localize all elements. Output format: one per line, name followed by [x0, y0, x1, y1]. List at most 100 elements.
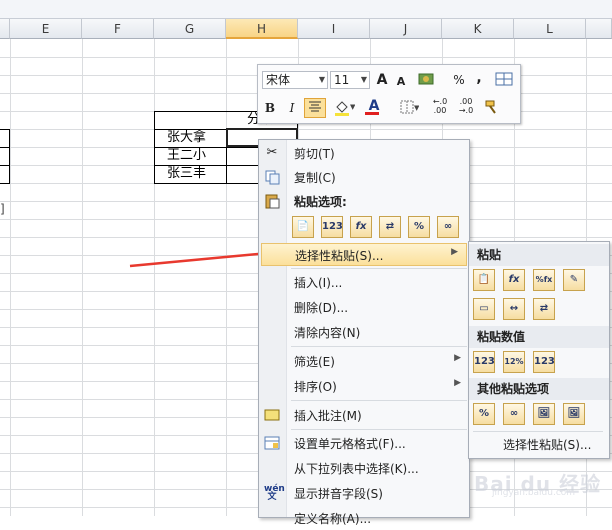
chevron-down-icon: ▼: [360, 75, 367, 84]
paste-special-dialog-item[interactable]: 选择性粘贴(S)...: [503, 436, 591, 453]
menu-item-insert-comment[interactable]: 插入批注(M): [259, 404, 469, 427]
menu-separator: [473, 431, 603, 432]
paste-icon: [264, 193, 280, 209]
font-size-dropdown[interactable]: 11 ▼: [330, 71, 370, 89]
menu-item-paste-special[interactable]: 选择性粘贴(S)... ▶: [261, 243, 467, 266]
menu-separator: [291, 346, 467, 347]
menu-item-label: 选择性粘贴(S)...: [295, 249, 384, 263]
paste-no-borders-button[interactable]: ▭: [473, 298, 495, 320]
paste-link-button[interactable]: ∞: [503, 403, 525, 425]
paste-formatting-button[interactable]: %: [408, 216, 430, 238]
menu-item-cut[interactable]: ✂ 剪切(T): [259, 142, 469, 165]
paste-formulas-button[interactable]: fx: [503, 269, 525, 291]
menu-item-label: 定义名称(A)...: [294, 512, 372, 526]
paste-formulas-number-format-button[interactable]: %fx: [533, 269, 555, 291]
paste-values-button[interactable]: 123: [321, 216, 343, 238]
menu-item-pick-from-list[interactable]: 从下拉列表中选择(K)...: [259, 457, 469, 480]
paste-keep-source-format-button[interactable]: ✎: [563, 269, 585, 291]
align-center-button[interactable]: [304, 98, 326, 118]
menu-separator: [291, 429, 467, 430]
paste-button[interactable]: 📄: [292, 216, 314, 238]
align-center-icon: [309, 101, 321, 112]
arrow-shaft: [129, 251, 269, 268]
format-cells-icon: [264, 435, 280, 451]
menu-item-label: 插入(I)...: [294, 276, 343, 290]
fill-color-button[interactable]: ▼: [332, 99, 356, 117]
paint-bucket-icon: ▼: [335, 101, 356, 116]
menu-item-label: 显示拼音字段(S): [294, 487, 383, 501]
menu-item-label: 复制(C): [294, 171, 336, 185]
menu-item-label: 从下拉列表中选择(K)...: [294, 462, 419, 476]
baidu-watermark: Bai du 经验 jingyan.baidu.com: [474, 462, 612, 502]
paste-linked-picture-button[interactable]: 🖼: [563, 403, 585, 425]
mini-toolbar: 宋体 ▼ 11 ▼ A A % , B I ▼ A ▼ ←.0 .00 .00 …: [257, 64, 521, 124]
shrink-font-button[interactable]: A: [394, 73, 408, 91]
menu-item-insert[interactable]: 插入(I)...: [259, 271, 469, 294]
menu-item-label: 清除内容(N): [294, 326, 361, 340]
menu-item-label: 粘贴选项:: [294, 195, 347, 209]
menu-item-label: 删除(D)...: [294, 301, 349, 315]
menu-item-define-name[interactable]: 定义名称(A)...: [259, 507, 469, 530]
menu-item-sort[interactable]: 排序(O) ▶: [259, 375, 469, 398]
menu-item-delete[interactable]: 删除(D)...: [259, 296, 469, 319]
menu-item-paste-options: 粘贴选项:: [259, 190, 469, 213]
paste-formulas-button[interactable]: fx: [350, 216, 372, 238]
copy-icon: [264, 169, 280, 185]
svg-text:▼: ▼: [414, 104, 419, 112]
paste-values-number-format-button[interactable]: 12%: [503, 351, 525, 373]
menu-separator: [291, 268, 467, 269]
submenu-section-paste: 粘贴: [469, 244, 609, 266]
submenu-arrow-icon: ▶: [454, 353, 461, 363]
menu-item-copy[interactable]: 复制(C): [259, 166, 469, 189]
borders-icon: ▼: [400, 100, 420, 114]
font-color-button[interactable]: A: [362, 97, 386, 115]
paste-transpose-button[interactable]: ⇄: [533, 298, 555, 320]
borders-button[interactable]: ▼: [398, 99, 420, 117]
context-menu: ✂ 剪切(T) 复制(C) 粘贴选项: 📄 123 fx ⇄ % ∞ 选择性粘贴…: [258, 139, 470, 526]
paste-all-button[interactable]: 📋: [473, 269, 495, 291]
menu-item-filter[interactable]: 筛选(E) ▶: [259, 350, 469, 373]
percent-button[interactable]: %: [452, 71, 466, 89]
menu-item-clear-contents[interactable]: 清除内容(N): [259, 321, 469, 344]
menu-item-label: 筛选(E): [294, 355, 335, 369]
menu-item-label: 插入批注(M): [294, 409, 362, 423]
increase-decimal-button[interactable]: ←.0 .00: [428, 97, 452, 115]
bold-button[interactable]: B: [262, 99, 278, 117]
decrease-decimal-button[interactable]: .00 →.0: [454, 97, 478, 115]
font-name-dropdown[interactable]: 宋体 ▼: [262, 71, 328, 89]
grid-icon: [495, 72, 513, 86]
grow-font-button[interactable]: A: [374, 71, 390, 89]
menu-item-format-cells[interactable]: 设置单元格格式(F)...: [259, 432, 469, 455]
submenu-section-values: 粘贴数值: [469, 326, 609, 348]
menu-item-show-phonetic[interactable]: wén 文 显示拼音字段(S): [259, 482, 469, 505]
paste-transpose-button[interactable]: ⇄: [379, 216, 401, 238]
paste-keep-column-width-button[interactable]: ↔: [503, 298, 525, 320]
menu-separator: [291, 400, 467, 401]
svg-text:▼: ▼: [350, 103, 355, 111]
font-name-value: 宋体: [266, 73, 291, 87]
comma-style-button[interactable]: ,: [474, 69, 484, 87]
submenu-arrow-icon: ▶: [454, 378, 461, 388]
accounting-icon: [418, 73, 434, 85]
italic-button[interactable]: I: [284, 99, 300, 117]
comment-icon: [264, 407, 280, 423]
paste-special-submenu: 粘贴 📋 fx %fx ✎ ▭ ↔ ⇄ 粘贴数值 123 12% 123 其他粘…: [468, 241, 610, 459]
chevron-down-icon: ▼: [318, 75, 325, 84]
paste-link-button[interactable]: ∞: [437, 216, 459, 238]
format-painter-button[interactable]: [482, 99, 502, 117]
submenu-section-other: 其他粘贴选项: [469, 378, 609, 400]
submenu-arrow-icon: ▶: [451, 247, 458, 257]
font-size-value: 11: [334, 73, 350, 87]
brush-icon: [485, 100, 496, 114]
menu-item-label: 剪切(T): [294, 147, 335, 161]
format-painter-grid-button[interactable]: [494, 71, 514, 89]
menu-item-label: 设置单元格格式(F)...: [294, 437, 406, 451]
phonetic-icon: wén 文: [264, 484, 285, 502]
paste-formatting-button[interactable]: %: [473, 403, 495, 425]
paste-values-button[interactable]: 123: [473, 351, 495, 373]
menu-item-label: 排序(O): [294, 380, 337, 394]
paste-values-source-format-button[interactable]: 123: [533, 351, 555, 373]
paste-picture-button[interactable]: 🖼: [533, 403, 555, 425]
scissors-icon: ✂: [266, 145, 278, 160]
accounting-format-button[interactable]: [418, 71, 436, 89]
